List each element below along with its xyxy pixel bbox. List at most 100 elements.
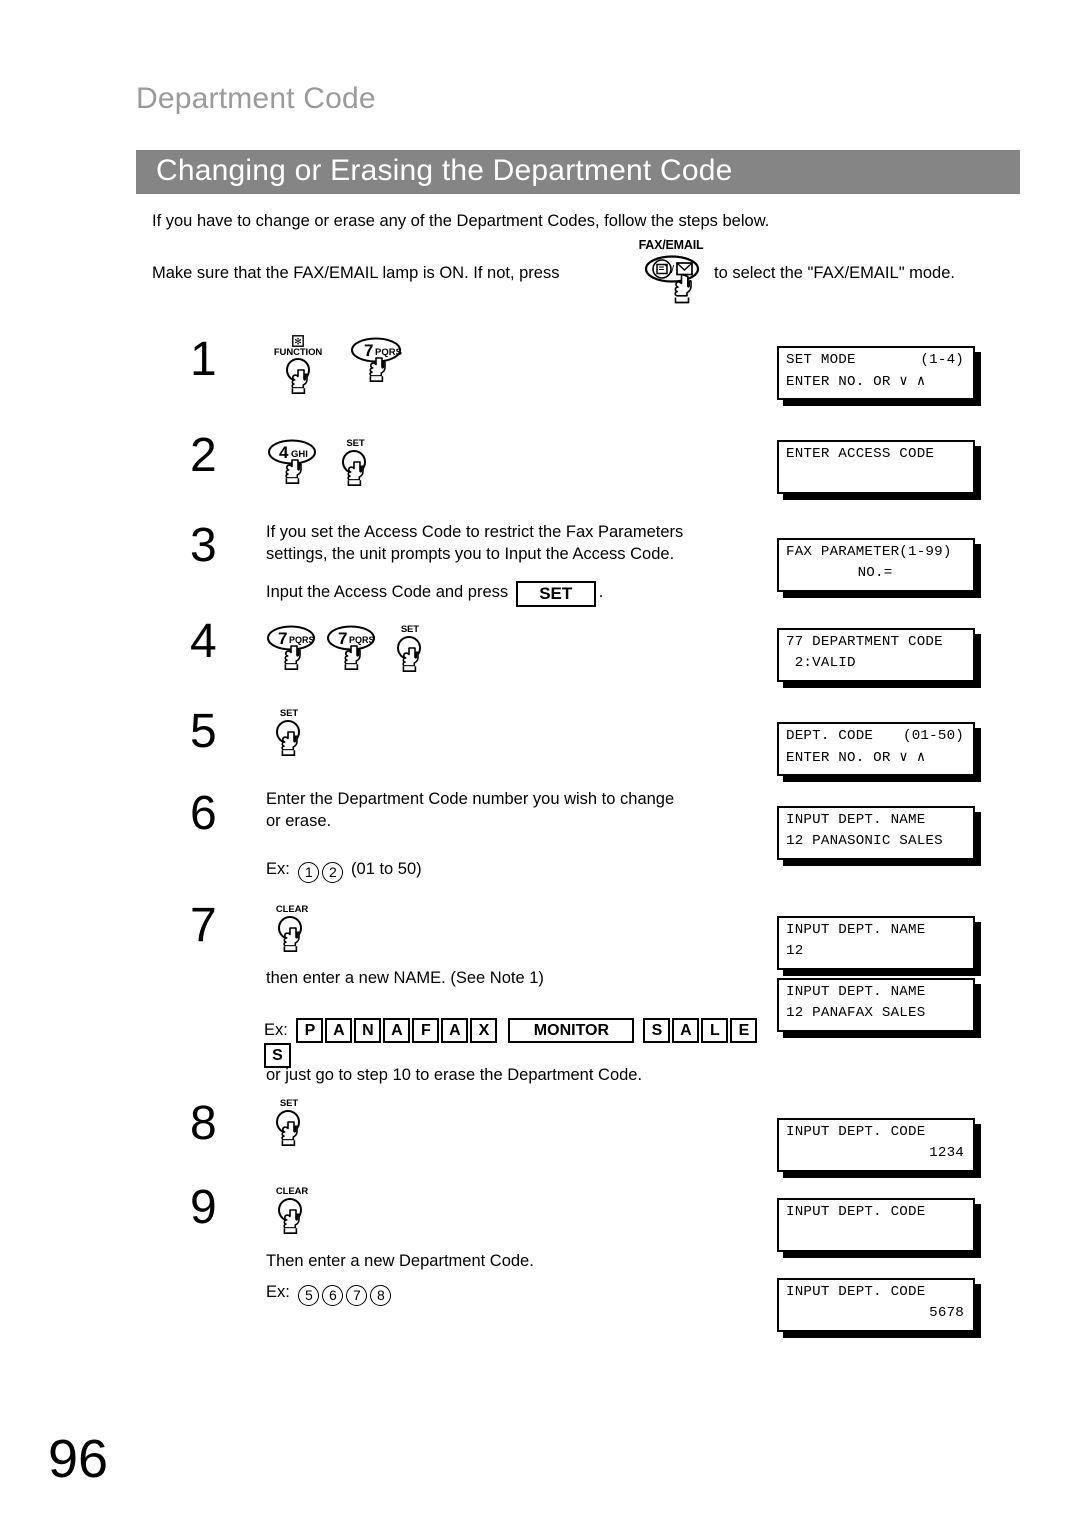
step-6-line-1: Enter the Department Code number you wis… (266, 790, 675, 808)
set-key[interactable]: SET (387, 624, 433, 694)
step-9-example: Ex: 5678 (266, 1281, 766, 1306)
digit-key-7-second[interactable]: 7 PQRS (326, 624, 380, 694)
lcd-line-2: NO.= (857, 565, 893, 581)
function-key[interactable]: ✻ FUNCTION (262, 335, 334, 406)
set-key[interactable]: SET (266, 708, 312, 778)
lcd-line-1-right: (1-4) (920, 352, 964, 368)
step-6-line-2: or erase. (266, 812, 332, 830)
lcd-line-2: 12 (786, 943, 804, 959)
lcd-display-4: 77 DEPARTMENT CODE 2:VALID (777, 628, 981, 688)
lcd-line-1: INPUT DEPT. NAME (786, 922, 926, 938)
lcd-line-1: INPUT DEPT. NAME (786, 812, 926, 828)
set-key[interactable]: SET (332, 438, 378, 508)
step-9-line-1: Then enter a new Department Code. (266, 1252, 534, 1270)
letter-key-P[interactable]: P (296, 1018, 324, 1043)
step-3-line-1: If you set the Access Code to restrict t… (266, 523, 684, 541)
step-7-line-1: then enter a new NAME. (See Note 1) (266, 969, 544, 987)
letter-key-S-1[interactable]: S (643, 1018, 671, 1043)
letter-key-A-4[interactable]: A (672, 1018, 700, 1043)
step-4-keys[interactable]: 7 PQRS 7 PQRS SET (266, 624, 433, 694)
lcd-display-5: DEPT. CODE (01-50) ENTER NO. OR ∨ ∧ (777, 722, 981, 782)
letter-key-A-3[interactable]: A (441, 1018, 469, 1043)
set-key[interactable]: SET (266, 1098, 312, 1168)
lcd-line-2: 2:VALID (786, 655, 856, 671)
svg-text:PQRS: PQRS (289, 635, 315, 645)
lcd-display-9: INPUT DEPT. CODE 1234 (777, 1118, 981, 1178)
step-9-keys[interactable]: CLEAR (266, 1186, 318, 1256)
lcd-line-1-left: DEPT. CODE (786, 728, 874, 744)
set-key-label: SET (346, 438, 365, 449)
letter-key-N[interactable]: N (354, 1018, 382, 1043)
circled-digit-8[interactable]: 8 (370, 1285, 392, 1306)
faxemail-key[interactable]: FAX/EMAIL / (628, 238, 714, 310)
circled-digit-5[interactable]: 5 (298, 1285, 320, 1306)
letter-key-E[interactable]: E (730, 1018, 758, 1043)
lcd-line-1: FAX PARAMETER(1-99) (786, 544, 952, 560)
svg-text:7: 7 (364, 341, 373, 360)
section-header-bar: Changing or Erasing the Department Code (136, 150, 1020, 194)
intro-line-2-after: to select the "FAX/EMAIL" mode. (714, 264, 955, 282)
set-key-label: SET (279, 708, 299, 719)
lcd-line-1: INPUT DEPT. CODE (786, 1204, 926, 1220)
lcd-line-2: 1234 (929, 1145, 964, 1161)
digit-key-7-first[interactable]: 7 PQRS (266, 624, 320, 694)
step-1-keys[interactable]: ✻ FUNCTION 7 PQRS (262, 335, 408, 406)
svg-text:7: 7 (278, 629, 287, 648)
step-7-line-2: or just go to step 10 to erase the Depar… (266, 1066, 643, 1084)
svg-text:4: 4 (279, 443, 289, 462)
clear-key[interactable]: CLEAR (266, 904, 318, 974)
lcd-display-3: FAX PARAMETER(1-99) NO.= (777, 538, 981, 598)
lcd-line-2: ENTER NO. OR ∨ ∧ (786, 374, 926, 390)
set-key-inline[interactable]: SET (515, 581, 596, 607)
lcd-line-1: DEPT. CODE (01-50) (786, 728, 964, 744)
faxemail-key-label: FAX/EMAIL (638, 238, 704, 252)
section-title: Changing or Erasing the Department Code (156, 154, 733, 187)
step-number-6: 6 (190, 787, 217, 840)
step-9-example-prefix: Ex: (266, 1283, 290, 1301)
step-number-3: 3 (190, 519, 217, 572)
digit-key-4[interactable]: 4 GHI (266, 438, 322, 508)
step-7-example: Ex: P A N A F A X MONITOR S A L ES (264, 1018, 764, 1068)
step-7-keys[interactable]: CLEAR (266, 904, 318, 974)
step-3-text: If you set the Access Code to restrict t… (266, 521, 746, 607)
monitor-key[interactable]: MONITOR (508, 1018, 635, 1043)
letter-key-A-2[interactable]: A (383, 1018, 411, 1043)
step-8-keys[interactable]: SET (266, 1098, 312, 1168)
svg-text:GHI: GHI (291, 449, 308, 460)
lcd-line-2: 12 PANAFAX SALES (786, 1005, 926, 1021)
lcd-display-7: INPUT DEPT. NAME 12 (777, 916, 981, 976)
lcd-line-2: 12 PANASONIC SALES (786, 833, 943, 849)
circled-digit-2[interactable]: 2 (322, 862, 344, 883)
step-6-example: Ex: 12 (01 to 50) (266, 858, 746, 883)
letter-key-F[interactable]: F (412, 1018, 440, 1043)
clear-key-label: CLEAR (275, 904, 309, 915)
faxemail-button-icon: / (644, 254, 706, 313)
svg-text:PQRS: PQRS (349, 635, 375, 645)
set-key-label: SET (400, 624, 419, 635)
page-title: Department Code (136, 82, 376, 115)
step-6-example-prefix: Ex: (266, 860, 290, 878)
circled-digit-6[interactable]: 6 (322, 1285, 344, 1306)
page-number: 96 (48, 1429, 109, 1489)
letter-key-X[interactable]: X (470, 1018, 498, 1043)
clear-key[interactable]: CLEAR (266, 1186, 318, 1256)
step-6-example-suffix: (01 to 50) (351, 860, 422, 878)
circled-digit-1[interactable]: 1 (298, 862, 320, 883)
lcd-line-1: INPUT DEPT. NAME (786, 984, 926, 1000)
lcd-line-1-right: (01-50) (903, 728, 964, 744)
function-key-label: FUNCTION (273, 347, 323, 358)
lcd-display-10: INPUT DEPT. CODE (777, 1198, 981, 1258)
svg-text:PQRS: PQRS (375, 347, 402, 358)
lcd-line-1: ENTER ACCESS CODE (786, 446, 935, 462)
step-3-line-3-before: Input the Access Code and press (266, 583, 509, 601)
digit-key-7[interactable]: 7 PQRS (348, 336, 408, 406)
lcd-line-1-left: SET MODE (786, 352, 856, 368)
letter-key-A-1[interactable]: A (325, 1018, 353, 1043)
manual-page: Department Code Changing or Erasing the … (0, 0, 1080, 1528)
circled-digit-7[interactable]: 7 (346, 1285, 368, 1306)
letter-key-L[interactable]: L (701, 1018, 729, 1043)
step-5-keys[interactable]: SET (266, 708, 312, 778)
step-2-keys[interactable]: 4 GHI SET (266, 438, 378, 508)
clear-key-label: CLEAR (275, 1186, 309, 1197)
intro-line-1: If you have to change or erase any of th… (152, 212, 770, 230)
